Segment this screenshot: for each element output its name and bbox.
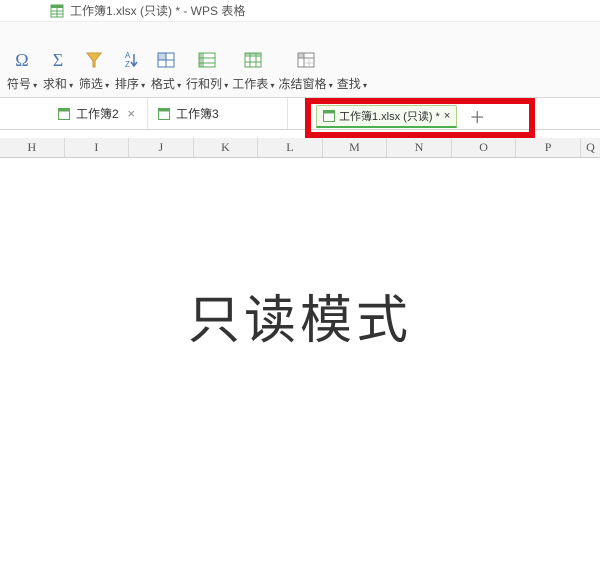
- document-tab-bar: 工作簿2 × 工作簿3 工作簿1.xlsx (只读) * × ＋: [0, 98, 600, 130]
- column-header[interactable]: K: [194, 138, 259, 157]
- sum-button[interactable]: Σ 求和 ▾: [40, 45, 76, 94]
- rowcol-button[interactable]: 行和列 ▾: [184, 45, 230, 94]
- ribbon-toolbar: Ω 符号 ▾ Σ 求和 ▾ 筛选 ▾ AZ 排序 ▾ 格式 ▾ 行和列 ▾: [0, 48, 600, 98]
- freeze-label: 冻结窗格: [279, 77, 327, 91]
- watermark-text: 只读模式: [0, 278, 600, 353]
- rowcol-icon: [196, 47, 218, 73]
- sum-label: 求和: [43, 77, 67, 91]
- active-tab-label: 工作簿1.xlsx (只读) *: [339, 108, 440, 124]
- filter-label: 筛选: [79, 77, 103, 91]
- dropdown-icon: ▾: [139, 81, 145, 90]
- dropdown-icon: ▾: [327, 81, 333, 90]
- grid-icon: [155, 47, 177, 73]
- title-bar: 工作簿1.xlsx (只读) * - WPS 表格: [0, 0, 600, 22]
- column-header[interactable]: J: [129, 138, 194, 157]
- table-icon: [242, 47, 264, 73]
- svg-text:Z: Z: [125, 60, 130, 69]
- symbol-button[interactable]: Ω 符号 ▾: [4, 45, 40, 94]
- omega-icon: Ω: [11, 47, 33, 73]
- new-tab-button[interactable]: ＋: [465, 104, 489, 128]
- sort-icon: AZ: [119, 47, 141, 73]
- column-header[interactable]: H: [0, 138, 65, 157]
- dropdown-icon: ▾: [103, 81, 109, 90]
- format-button[interactable]: 格式 ▾: [148, 45, 184, 94]
- spreadsheet-icon: [50, 4, 64, 18]
- svg-text:A: A: [125, 51, 131, 60]
- find-button[interactable]: 查找 ▾: [335, 71, 369, 94]
- dropdown-icon: ▾: [268, 81, 274, 90]
- document-tab[interactable]: 工作簿3: [148, 98, 288, 129]
- close-icon[interactable]: ×: [444, 110, 450, 122]
- rowcol-label: 行和列: [186, 77, 222, 91]
- window-title: 工作簿1.xlsx (只读) * - WPS 表格: [70, 2, 245, 19]
- column-header[interactable]: Q: [581, 138, 600, 157]
- funnel-icon: [83, 47, 105, 73]
- dropdown-icon: ▾: [222, 81, 228, 90]
- sort-label: 排序: [115, 77, 139, 91]
- dropdown-icon: ▾: [175, 81, 181, 90]
- freeze-button[interactable]: 冻结窗格 ▾: [277, 45, 335, 94]
- column-header[interactable]: I: [65, 138, 130, 157]
- sort-button[interactable]: AZ 排序 ▾: [112, 45, 148, 94]
- close-icon[interactable]: ×: [125, 106, 137, 121]
- tab-label: 工作簿2: [76, 105, 119, 122]
- active-document-tab[interactable]: 工作簿1.xlsx (只读) * ×: [316, 105, 457, 128]
- spreadsheet-icon: [158, 108, 170, 120]
- column-header[interactable]: M: [323, 138, 388, 157]
- column-header[interactable]: O: [452, 138, 517, 157]
- spreadsheet-icon: [323, 110, 335, 122]
- find-label: 查找: [337, 77, 361, 91]
- worksheet-label: 工作表: [232, 77, 268, 91]
- column-header-row: H I J K L M N O P Q: [0, 138, 600, 158]
- format-label: 格式: [151, 77, 175, 91]
- sigma-icon: Σ: [47, 47, 69, 73]
- freeze-icon: [295, 47, 317, 73]
- tab-label: 工作簿3: [176, 105, 219, 122]
- svg-text:Ω: Ω: [15, 50, 28, 70]
- column-header[interactable]: N: [387, 138, 452, 157]
- symbol-label: 符号: [7, 77, 31, 91]
- column-header[interactable]: L: [258, 138, 323, 157]
- filter-button[interactable]: 筛选 ▾: [76, 45, 112, 94]
- dropdown-icon: ▾: [31, 81, 37, 90]
- column-header[interactable]: P: [516, 138, 581, 157]
- spreadsheet-icon: [58, 108, 70, 120]
- dropdown-icon: ▾: [361, 81, 367, 90]
- dropdown-icon: ▾: [67, 81, 73, 90]
- document-tab[interactable]: 工作簿2 ×: [48, 98, 148, 129]
- spreadsheet-grid[interactable]: 只读模式: [0, 158, 600, 558]
- svg-text:Σ: Σ: [53, 50, 63, 70]
- worksheet-button[interactable]: 工作表 ▾: [230, 45, 276, 94]
